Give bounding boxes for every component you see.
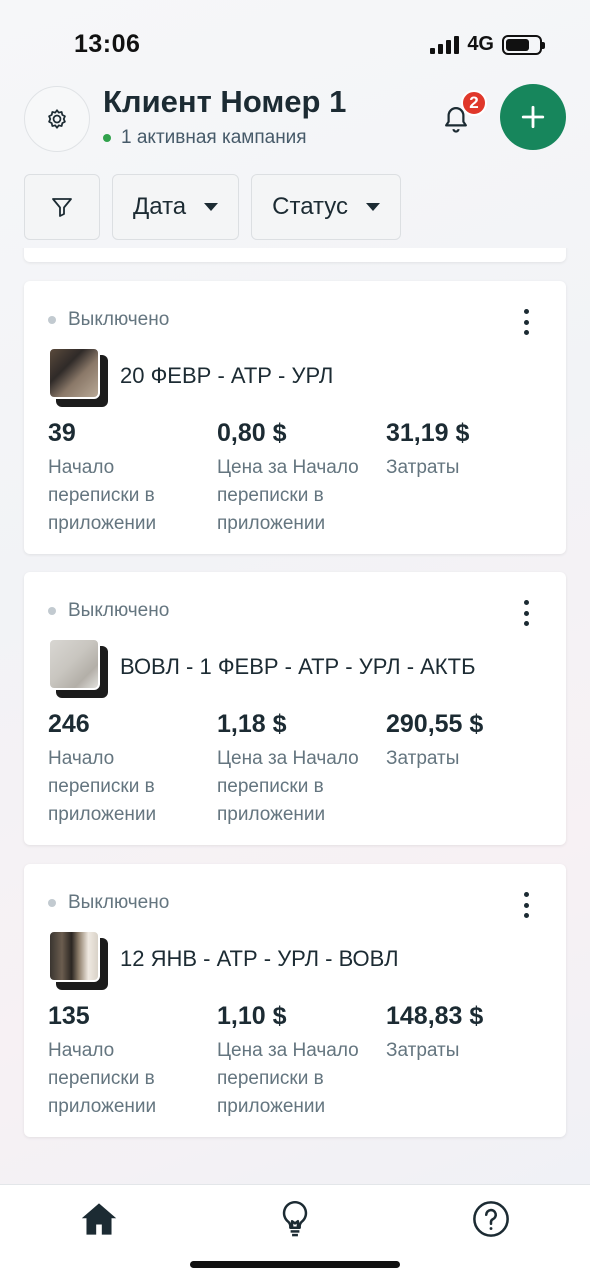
create-campaign-button[interactable] xyxy=(500,84,566,150)
header: Клиент Номер 1 1 активная кампания 2 xyxy=(0,84,590,164)
more-options-button[interactable] xyxy=(514,600,538,626)
campaign-status-label: Выключено xyxy=(68,892,170,913)
campaign-thumbnail xyxy=(48,638,110,700)
status-indicators: 4G xyxy=(430,33,545,56)
notification-badge: 2 xyxy=(461,90,487,116)
help-icon xyxy=(473,1201,509,1237)
campaign-card[interactable]: Выключено 20 ФЕВР - АТР - УРЛ 39 Начало … xyxy=(24,281,566,554)
status-filter-label: Статус xyxy=(272,193,349,220)
home-indicator xyxy=(190,1261,400,1268)
metric-label: Начало переписки в приложении xyxy=(48,457,157,534)
metric-conversations: 39 Начало переписки в приложении xyxy=(48,419,217,538)
date-filter-dropdown[interactable]: Дата xyxy=(112,174,240,240)
campaign-list[interactable]: Выключено 20 ФЕВР - АТР - УРЛ 39 Начало … xyxy=(0,248,590,1184)
filter-bar: Дата Статус xyxy=(24,174,402,240)
campaign-thumbnail xyxy=(48,930,110,992)
page-title: Клиент Номер 1 xyxy=(103,84,347,119)
bottom-nav xyxy=(0,1184,590,1280)
status-time: 13:06 xyxy=(74,30,141,58)
campaign-metrics: 135 Начало переписки в приложении 1,10 $… xyxy=(48,1002,555,1121)
metric-value: 148,83 $ xyxy=(386,1002,484,1030)
metric-label: Цена за Начало переписки в приложении xyxy=(217,748,359,825)
metric-value: 135 xyxy=(48,1002,90,1030)
status-bar: 13:06 4G xyxy=(0,0,590,88)
metric-cost-per-conversation: 0,80 $ Цена за Начало переписки в прилож… xyxy=(217,419,386,538)
campaign-metrics: 246 Начало переписки в приложении 1,18 $… xyxy=(48,710,555,829)
more-options-button[interactable] xyxy=(514,892,538,918)
nav-ideas[interactable] xyxy=(275,1199,315,1239)
campaign-card[interactable]: Выключено ВОВЛ - 1 ФЕВР - АТР - УРЛ - АК… xyxy=(24,572,566,845)
campaign-card-partial[interactable] xyxy=(24,248,566,262)
campaign-card[interactable]: Выключено 12 ЯНВ - АТР - УРЛ - ВОВЛ 135 … xyxy=(24,864,566,1137)
campaign-name: ВОВЛ - 1 ФЕВР - АТР - УРЛ - АКТБ xyxy=(120,654,476,679)
home-icon xyxy=(81,1203,117,1235)
campaign-metrics: 39 Начало переписки в приложении 0,80 $ … xyxy=(48,419,555,538)
active-status-dot xyxy=(103,134,111,142)
filter-icon xyxy=(52,198,72,217)
inactive-status-dot xyxy=(48,316,56,324)
more-vertical-icon xyxy=(523,600,529,605)
metric-label: Затраты xyxy=(386,457,460,478)
caret-down-icon xyxy=(366,203,381,211)
battery-icon xyxy=(502,34,545,55)
active-campaigns-summary: 1 активная кампания xyxy=(103,127,307,149)
metric-value: 290,55 $ xyxy=(386,710,484,738)
metric-label: Начало переписки в приложении xyxy=(48,1040,157,1117)
campaign-status: Выключено xyxy=(48,892,169,914)
metric-label: Цена за Начало переписки в приложении xyxy=(217,1040,359,1117)
campaign-thumbnail xyxy=(48,347,110,409)
status-filter-dropdown[interactable]: Статус xyxy=(251,174,402,240)
metric-value: 0,80 $ xyxy=(217,419,287,447)
metric-label: Цена за Начало переписки в приложении xyxy=(217,457,359,534)
more-options-button[interactable] xyxy=(514,309,538,335)
inactive-status-dot xyxy=(48,607,56,615)
metric-value: 39 xyxy=(48,419,76,447)
more-vertical-icon xyxy=(523,309,529,314)
metric-label: Затраты xyxy=(386,748,460,769)
metric-value: 31,19 $ xyxy=(386,419,470,447)
metric-value: 1,10 $ xyxy=(217,1002,287,1030)
caret-down-icon xyxy=(204,203,219,211)
metric-conversations: 246 Начало переписки в приложении xyxy=(48,710,217,829)
date-filter-label: Дата xyxy=(133,193,187,220)
nav-home[interactable] xyxy=(79,1199,119,1239)
metric-spend: 290,55 $ Затраты xyxy=(386,710,555,829)
active-campaigns-label: 1 активная кампания xyxy=(121,127,307,148)
metric-cost-per-conversation: 1,18 $ Цена за Начало переписки в прилож… xyxy=(217,710,386,829)
metric-spend: 31,19 $ Затраты xyxy=(386,419,555,538)
campaign-status: Выключено xyxy=(48,309,169,331)
settings-button[interactable] xyxy=(24,86,90,152)
metric-value: 246 xyxy=(48,710,90,738)
metric-cost-per-conversation: 1,10 $ Цена за Начало переписки в прилож… xyxy=(217,1002,386,1121)
filter-button[interactable] xyxy=(24,174,100,240)
plus-icon xyxy=(521,105,545,129)
campaign-name: 20 ФЕВР - АТР - УРЛ xyxy=(120,363,334,388)
lightbulb-icon xyxy=(282,1200,308,1237)
metric-label: Затраты xyxy=(386,1040,460,1061)
more-vertical-icon xyxy=(523,892,529,897)
campaign-status-label: Выключено xyxy=(68,600,170,621)
metric-conversations: 135 Начало переписки в приложении xyxy=(48,1002,217,1121)
signal-icon xyxy=(430,35,460,54)
inactive-status-dot xyxy=(48,899,56,907)
metric-value: 1,18 $ xyxy=(217,710,287,738)
campaign-status-label: Выключено xyxy=(68,309,170,330)
nav-help[interactable] xyxy=(471,1199,511,1239)
metric-spend: 148,83 $ Затраты xyxy=(386,1002,555,1121)
campaign-status: Выключено xyxy=(48,600,169,622)
gear-icon xyxy=(48,109,66,129)
network-type: 4G xyxy=(467,33,494,55)
campaign-name: 12 ЯНВ - АТР - УРЛ - ВОВЛ xyxy=(120,946,399,971)
metric-label: Начало переписки в приложении xyxy=(48,748,157,825)
